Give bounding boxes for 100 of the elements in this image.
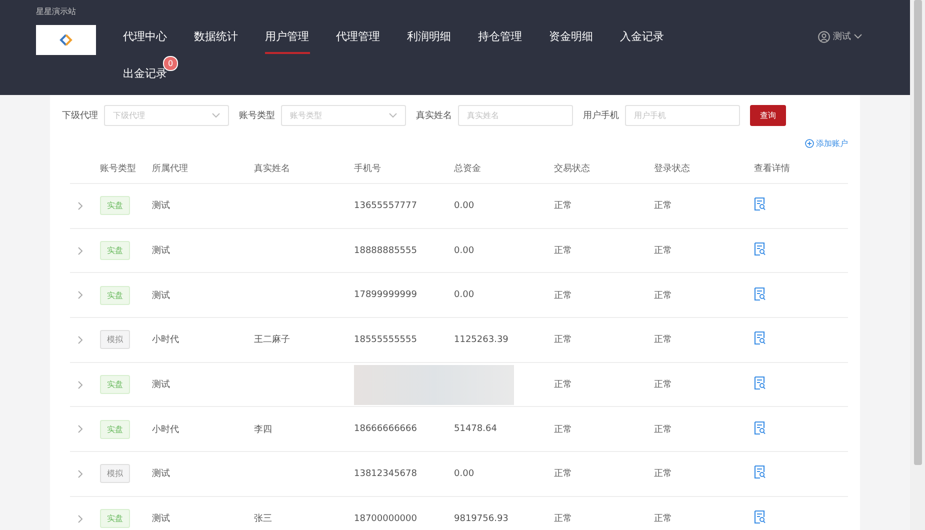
account-type-tag: 实盘	[100, 375, 130, 394]
nav-tab[interactable]: 用户管理	[265, 26, 309, 54]
table-cell-text: 测试	[152, 512, 171, 526]
input-field[interactable]: 真实姓名	[458, 105, 573, 126]
column-header: 登录状态	[654, 162, 691, 174]
account-type-tag: 实盘	[100, 286, 130, 305]
expand-chevron-icon[interactable]	[78, 336, 83, 344]
chevron-down-icon	[389, 113, 397, 118]
table-cell: 13655557777	[354, 200, 417, 211]
table-cell-text: 正常	[654, 334, 673, 346]
filter-label: 账号类型	[239, 110, 275, 122]
column-header: 真实姓名	[254, 162, 291, 174]
document-search-icon[interactable]	[754, 420, 766, 435]
table-cell-text: 正常	[654, 200, 673, 212]
column-header: 所属代理	[152, 162, 189, 174]
table-cell: 0.00	[454, 290, 474, 300]
chevron-down-icon	[212, 113, 220, 118]
column-header: 总资金	[454, 162, 482, 174]
table-cell: 9819756.93	[454, 514, 508, 524]
expand-chevron-icon[interactable]	[78, 514, 83, 523]
table-cell-text: 测试	[152, 378, 171, 392]
document-search-icon[interactable]	[754, 510, 766, 524]
table-cell: 18700000000	[354, 514, 417, 524]
table-cell-text: 正常	[554, 512, 573, 526]
table-cell-text: 正常	[554, 290, 573, 302]
table-cell: 1125263.39	[454, 334, 508, 345]
table-cell-text: 测试	[152, 200, 171, 212]
expand-chevron-icon[interactable]	[78, 380, 83, 389]
account-type-tag: 实盘	[100, 196, 130, 216]
table-cell-text: 正常	[654, 512, 673, 526]
caret-icon	[854, 34, 862, 39]
table-cell-text: 测试	[152, 468, 171, 480]
scrollbar[interactable]	[910, 0, 925, 530]
table-cell-text: 正常	[554, 200, 573, 212]
table-cell: 13812345678	[354, 468, 417, 479]
expand-chevron-icon[interactable]	[78, 470, 83, 478]
table-cell-text: 测试	[152, 244, 171, 258]
document-search-icon[interactable]	[754, 197, 766, 212]
nav-tab[interactable]: 资金明细	[549, 26, 593, 54]
table-cell-text: 正常	[654, 468, 673, 480]
filter-label: 下级代理	[62, 110, 98, 122]
table-cell: 王二麻子	[254, 335, 290, 346]
table-cell: 18888885555	[354, 246, 417, 256]
document-search-icon[interactable]	[754, 286, 766, 301]
table-cell-text: 正常	[654, 290, 673, 302]
nav-tab[interactable]: 入金记录	[620, 26, 664, 54]
table-cell-text: 正常	[554, 424, 573, 436]
nav-tab[interactable]: 持仓管理	[478, 26, 522, 54]
account-type-tag: 实盘	[100, 509, 130, 528]
table-cell: 18666666666	[354, 424, 417, 434]
user-menu[interactable]: 测试	[833, 30, 851, 43]
filter-label: 真实姓名	[416, 110, 452, 122]
account-type-tag: 模拟	[100, 464, 130, 484]
table-cell-text: 测试	[152, 290, 171, 302]
table-cell-text: 正常	[654, 244, 673, 258]
table-cell: 0.00	[454, 246, 474, 256]
logo-icon	[59, 34, 73, 46]
table-cell: 17899999999	[354, 290, 417, 300]
expand-chevron-icon[interactable]	[78, 291, 83, 300]
nav-tab[interactable]: 数据统计	[194, 26, 238, 54]
expand-chevron-icon[interactable]	[78, 246, 83, 255]
column-header: 交易状态	[554, 162, 591, 174]
filter-label: 用户手机	[583, 110, 619, 122]
table-cell-text: 正常	[654, 424, 673, 436]
document-search-icon[interactable]	[754, 465, 766, 480]
document-search-icon[interactable]	[754, 376, 766, 390]
table-cell: 51478.64	[454, 424, 497, 434]
table-cell: 0.00	[454, 468, 474, 479]
column-header: 查看详情	[754, 162, 791, 174]
table-cell-text: 正常	[554, 378, 573, 392]
input-field[interactable]: 用户手机	[625, 105, 740, 126]
table-cell-text: 正常	[554, 244, 573, 258]
account-type-tag: 实盘	[100, 241, 130, 260]
table-cell: 18555555555	[354, 334, 417, 345]
nav-tab[interactable]: 代理管理	[336, 26, 380, 54]
table-cell-text: 正常	[554, 468, 573, 480]
table-cell-text: 小时代	[152, 424, 180, 436]
add-account-link[interactable]: 添加账户	[805, 138, 848, 148]
expand-chevron-icon[interactable]	[78, 425, 83, 434]
account-type-tag: 实盘	[100, 420, 130, 439]
column-header: 账号类型	[100, 162, 137, 174]
table-cell: 张三	[254, 514, 272, 524]
table-cell-text: 正常	[554, 334, 573, 346]
logo[interactable]	[36, 25, 96, 55]
document-search-icon[interactable]	[754, 242, 766, 256]
table-cell: 李四	[254, 424, 272, 435]
table-cell-text: 正常	[654, 378, 673, 392]
table-cell-text: 小时代	[152, 334, 180, 346]
expand-chevron-icon[interactable]	[78, 202, 83, 210]
table-cell: 0.00	[454, 200, 474, 211]
nav-tab[interactable]: 代理中心	[123, 26, 167, 54]
scrollbar-thumb[interactable]	[914, 0, 922, 465]
search-button[interactable]: 查询	[750, 105, 786, 126]
column-header: 手机号	[354, 162, 382, 174]
count-badge: 0	[163, 56, 178, 71]
document-search-icon[interactable]	[754, 331, 766, 346]
plus-circle-icon	[805, 138, 814, 148]
nav-tab[interactable]: 利润明细	[407, 26, 451, 54]
site-title: 星星演示站	[36, 6, 77, 17]
user-icon	[818, 30, 830, 42]
